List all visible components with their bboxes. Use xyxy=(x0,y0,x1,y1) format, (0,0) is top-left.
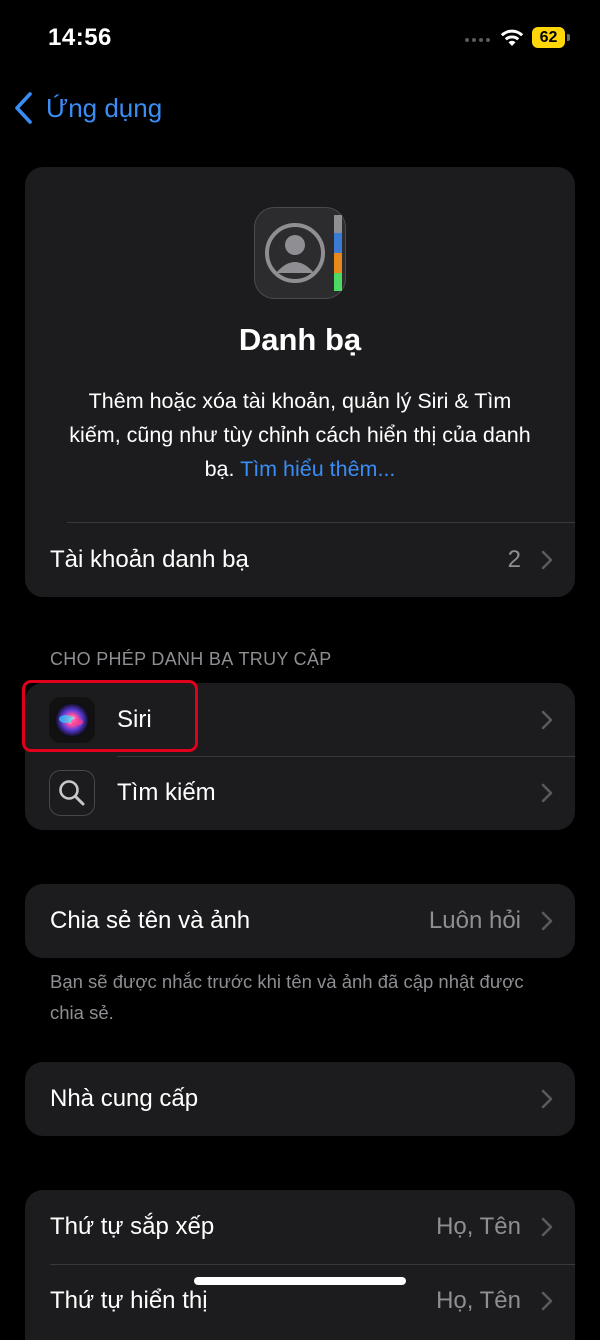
display-order-row[interactable]: Thứ tự hiển thị Họ, Tên xyxy=(25,1264,575,1338)
battery-cap xyxy=(567,34,570,41)
cellular-signal-icon xyxy=(465,36,493,44)
app-title: Danh bạ xyxy=(238,322,362,357)
siri-highlight-annotation xyxy=(22,680,198,752)
chevron-right-icon xyxy=(541,1291,553,1311)
provider-label: Nhà cung cấp xyxy=(50,1085,199,1112)
sort-order-label: Thứ tự sắp xếp xyxy=(50,1213,215,1240)
share-name-photo-value: Luôn hỏi xyxy=(428,907,521,934)
section-header-access: CHO PHÉP DANH BẠ TRUY CẬP xyxy=(50,649,332,669)
share-name-photo-label: Chia sẻ tên và ảnh xyxy=(50,907,251,934)
sort-order-value: Họ, Tên xyxy=(436,1213,521,1240)
contacts-accounts-count: 2 xyxy=(507,546,521,573)
contacts-app-icon xyxy=(254,207,346,299)
sort-order-row[interactable]: Thứ tự sắp xếp Họ, Tên xyxy=(25,1190,575,1264)
contacts-accounts-row[interactable]: Tài khoản danh bạ 2 xyxy=(25,523,575,597)
learn-more-link[interactable]: Tìm hiểu thêm... xyxy=(240,457,395,481)
order-card: Thứ tự sắp xếp Họ, Tên Thứ tự hiển thị H… xyxy=(25,1190,575,1340)
status-time: 14:56 xyxy=(48,24,112,51)
share-card: Chia sẻ tên và ảnh Luôn hỏi xyxy=(25,884,575,958)
battery-level: 62 xyxy=(532,27,565,48)
search-row[interactable]: Tìm kiếm xyxy=(25,756,575,830)
app-header-card: Danh bạ Thêm hoặc xóa tài khoản, quản lý… xyxy=(25,167,575,597)
status-bar: 14:56 62 xyxy=(0,0,600,70)
provider-card: Nhà cung cấp xyxy=(25,1062,575,1136)
provider-row[interactable]: Nhà cung cấp xyxy=(25,1062,575,1136)
display-order-value: Họ, Tên xyxy=(436,1287,521,1314)
back-button[interactable]: Ứng dụng xyxy=(12,88,162,128)
contacts-accounts-label: Tài khoản danh bạ xyxy=(50,546,249,573)
chevron-left-icon xyxy=(15,92,32,124)
chevron-right-icon xyxy=(541,911,553,931)
display-order-label: Thứ tự hiển thị xyxy=(50,1287,208,1314)
chevron-right-icon xyxy=(541,783,553,803)
search-label: Tìm kiếm xyxy=(117,779,216,806)
chevron-right-icon xyxy=(541,1089,553,1109)
app-description: Thêm hoặc xóa tài khoản, quản lý Siri & … xyxy=(65,384,535,486)
search-icon xyxy=(49,770,95,816)
wifi-icon xyxy=(500,29,524,46)
back-button-label: Ứng dụng xyxy=(46,92,163,123)
share-name-photo-row[interactable]: Chia sẻ tên và ảnh Luôn hỏi xyxy=(25,884,575,958)
share-footer-note: Bạn sẽ được nhắc trước khi tên và ảnh đã… xyxy=(50,971,524,1023)
chevron-right-icon xyxy=(541,550,553,570)
home-indicator[interactable] xyxy=(194,1277,406,1285)
chevron-right-icon xyxy=(541,1217,553,1237)
battery-indicator: 62 xyxy=(532,27,570,48)
chevron-right-icon xyxy=(541,710,553,730)
